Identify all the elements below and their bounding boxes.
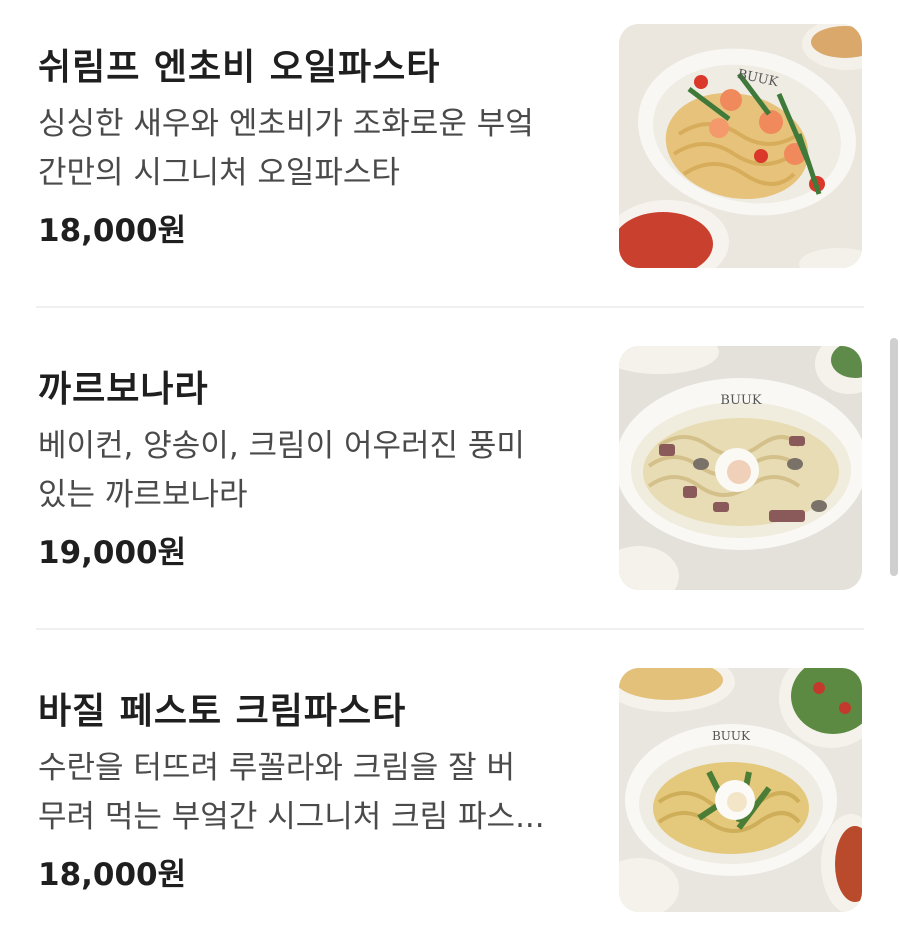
- menu-item-price: 18,000원: [38, 857, 187, 893]
- menu-item-price: 18,000원: [38, 213, 187, 249]
- menu-item-description-line: 싱싱한 새우와 엔초비가 조화로운 부엌: [38, 106, 534, 142]
- menu-item-description: 수란을 터뜨려 루꼴라와 크림을 잘 버 무려 먹는 부엌간 시그니처 크림 파…: [38, 744, 588, 842]
- plate-logo-text: BUUK: [712, 729, 751, 743]
- divider: [36, 306, 864, 308]
- menu-item-basil-pesto-cream-pasta[interactable]: 바질 페스토 크림파스타 수란을 터뜨려 루꼴라와 크림을 잘 버 무려 먹는 …: [0, 644, 900, 937]
- plate-logo-text: BUUK: [720, 393, 761, 408]
- menu-item-photo[interactable]: BUUK: [619, 24, 862, 268]
- menu-list: 쉬림프 엔초비 오일파스타 싱싱한 새우와 엔초비가 조화로운 부엌 간만의 시…: [0, 0, 900, 937]
- menu-item-price: 19,000원: [38, 535, 187, 571]
- menu-item-description-line: 수란을 터뜨려 루꼴라와 크림을 잘 버: [38, 750, 516, 786]
- menu-item-description-line: 무려 먹는 부엌간 시그니처 크림 파스...: [38, 799, 545, 835]
- menu-item-name: 쉬림프 엔초비 오일파스타: [38, 47, 441, 88]
- divider: [36, 628, 864, 630]
- menu-item-description-line: 있는 까르보나라: [38, 477, 248, 513]
- scrollbar[interactable]: [890, 338, 898, 576]
- menu-item-name: 바질 페스토 크림파스타: [38, 691, 407, 732]
- menu-item-description: 싱싱한 새우와 엔초비가 조화로운 부엌 간만의 시그니처 오일파스타: [38, 100, 588, 198]
- menu-item-carbonara[interactable]: 까르보나라 베이컨, 양송이, 크림이 어우러진 풍미 있는 까르보나라 19,…: [0, 322, 900, 622]
- menu-item-photo[interactable]: BUUK: [619, 346, 862, 590]
- menu-item-description-line: 베이컨, 양송이, 크림이 어우러진 풍미: [38, 428, 525, 464]
- menu-item-shrimp-anchovy-pasta[interactable]: 쉬림프 엔초비 오일파스타 싱싱한 새우와 엔초비가 조화로운 부엌 간만의 시…: [0, 0, 900, 300]
- menu-item-description-line: 간만의 시그니처 오일파스타: [38, 155, 400, 191]
- menu-item-description: 베이컨, 양송이, 크림이 어우러진 풍미 있는 까르보나라: [38, 422, 588, 520]
- menu-item-photo[interactable]: BUUK: [619, 668, 862, 912]
- menu-item-name: 까르보나라: [38, 369, 209, 410]
